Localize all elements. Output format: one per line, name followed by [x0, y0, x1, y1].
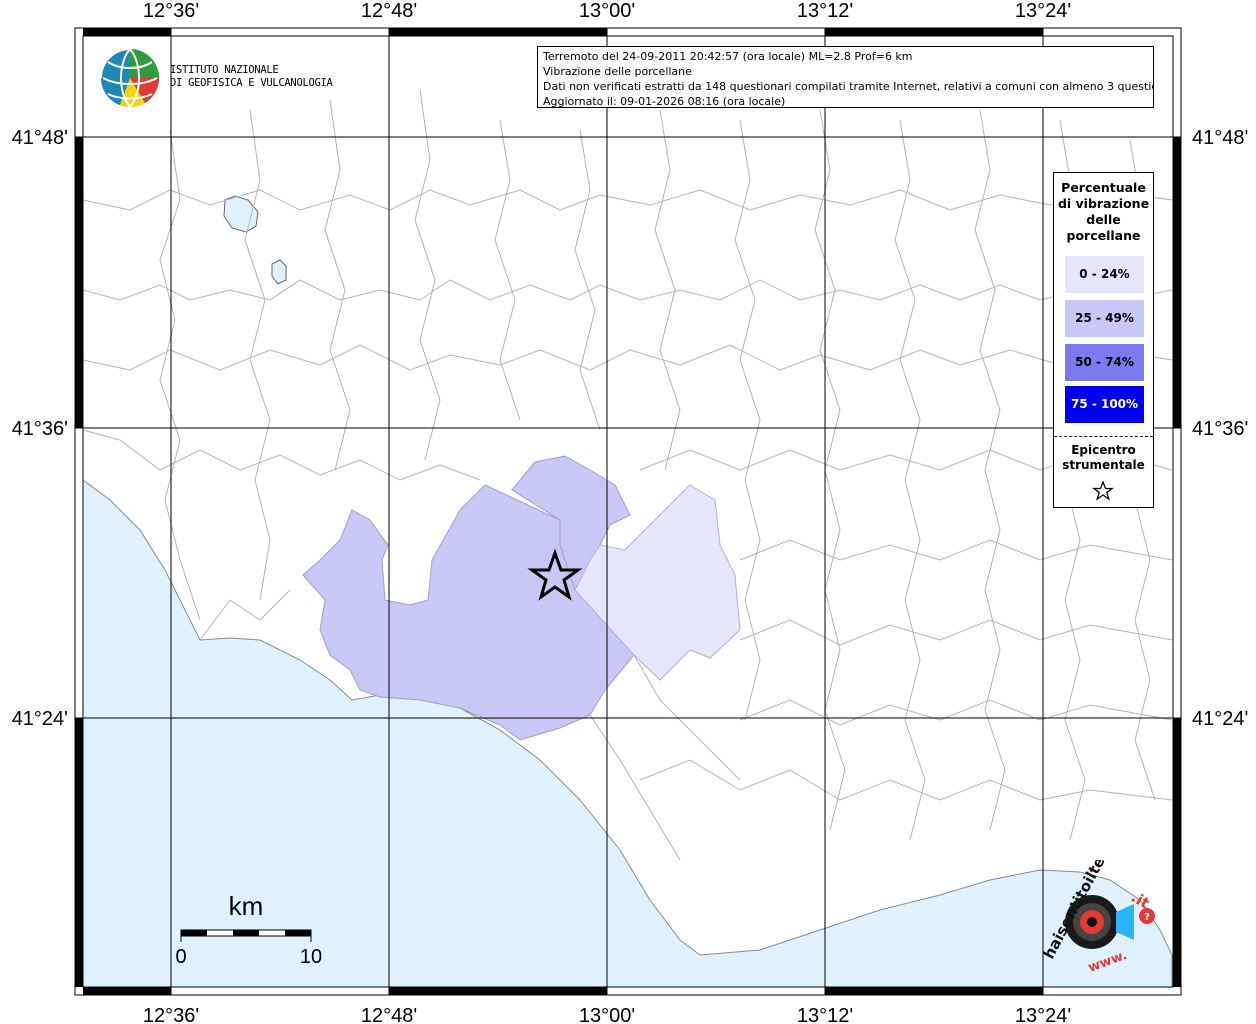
- legend-class-25-49: 25 - 49%: [1065, 300, 1144, 337]
- data-note: Dati non verificati estratti da 148 ques…: [543, 80, 1154, 93]
- star-icon: [1092, 480, 1114, 501]
- lat-label: 41°24': [12, 708, 68, 730]
- lon-label: 13°12': [797, 1005, 853, 1024]
- lat-label: 41°36': [1192, 418, 1248, 440]
- legend-class-75-100: 75 - 100%: [1065, 386, 1144, 423]
- event-info-box: Terremoto del 24-09-2011 20:42:57 (ora l…: [537, 46, 1154, 108]
- legend-class-50-74: 50 - 74%: [1065, 344, 1144, 381]
- scale-unit: km: [229, 891, 264, 921]
- lon-label: 13°00': [579, 0, 635, 22]
- lon-label: 13°12': [797, 0, 853, 22]
- logo-www-text: www.: [1086, 948, 1129, 976]
- lat-labels-left: 41°48' 41°36' 41°24': [12, 127, 68, 730]
- map-subject: Vibrazione delle porcellane: [543, 65, 692, 78]
- logo-line-2: DI GEOFISICA E VULCANOLOGIA: [170, 77, 333, 89]
- lat-labels-right: 41°48' 41°36' 41°24': [1192, 127, 1248, 730]
- lat-label: 41°24': [1192, 708, 1248, 730]
- ingv-logo: ISTITUTO NAZIONALE DI GEOFISICA E VULCAN…: [100, 48, 333, 110]
- update-date: Aggiornato il: 09-01-2026 08:16 (ora loc…: [543, 95, 786, 108]
- lat-label: 41°48': [12, 127, 68, 149]
- haisentito-logo: ? haisentitoilterremoto .it www.: [1030, 793, 1170, 980]
- lon-labels-bottom: 12°36' 12°48' 13°00' 13°12' 13°24': [143, 1005, 1071, 1024]
- legend-epicenter-label: Epicentro strumentale: [1062, 443, 1145, 472]
- lat-label: 41°48': [1192, 127, 1248, 149]
- legend: Percentuale di vibrazione delle porcella…: [1053, 172, 1154, 508]
- legend-divider: [1054, 436, 1153, 437]
- lon-label: 13°24': [1015, 1005, 1071, 1024]
- logo-line-1: ISTITUTO NAZIONALE: [170, 64, 279, 76]
- lon-label: 13°00': [579, 1005, 635, 1024]
- lat-label: 41°36': [12, 418, 68, 440]
- lon-label: 12°36': [143, 0, 199, 22]
- ingv-globe-icon: [100, 48, 160, 108]
- lon-label: 12°48': [361, 1005, 417, 1024]
- haisentito-logo-icon: ? haisentitoilterremoto .it www.: [1040, 793, 1155, 976]
- lon-label: 12°36': [143, 1005, 199, 1024]
- scale-min: 0: [175, 946, 186, 968]
- legend-class-0-24: 0 - 24%: [1065, 256, 1144, 293]
- lon-labels-top: 12°36' 12°48' 13°00' 13°12' 13°24': [143, 0, 1071, 22]
- lon-label: 12°48': [361, 0, 417, 22]
- scale-max: 10: [300, 946, 322, 968]
- event-title: Terremoto del 24-09-2011 20:42:57 (ora l…: [543, 50, 913, 63]
- svg-text:?: ?: [1144, 912, 1150, 923]
- lon-label: 13°24': [1015, 0, 1071, 22]
- legend-title: Percentuale di vibrazione delle porcella…: [1057, 180, 1150, 243]
